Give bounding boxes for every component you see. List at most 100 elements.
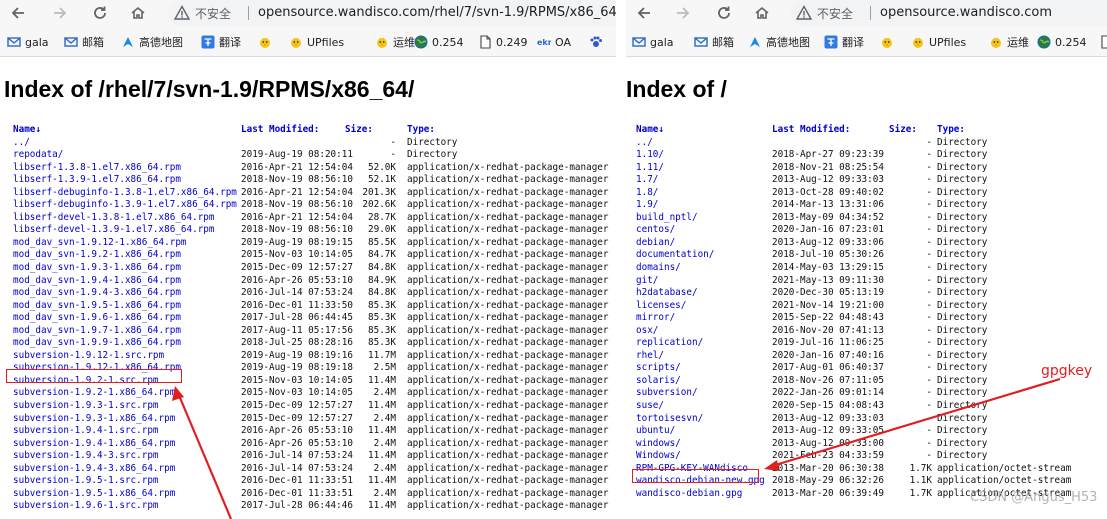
sort-by-size-link[interactable]: Size: xyxy=(889,124,932,137)
file-link[interactable]: suse/ xyxy=(636,400,664,413)
file-link[interactable]: 1.7/ xyxy=(636,174,658,187)
bookmark-0.249[interactable]: 0.249 xyxy=(478,34,528,50)
bookmark-chick-icon[interactable] xyxy=(880,34,898,50)
file-link[interactable]: mod_dav_svn-1.9.2-1.x86_64.rpm xyxy=(13,249,181,262)
file-link[interactable]: subversion-1.9.4-3.x86_64.rpm xyxy=(13,463,175,476)
bookmark-UPfiles[interactable]: UPfiles xyxy=(289,34,344,50)
file-link[interactable]: libserf-devel-1.3.9-1.el7.x86_64.rpm xyxy=(13,224,215,237)
file-link[interactable]: subversion-1.9.4-1.src.rpm xyxy=(13,425,159,438)
sort-by-modified-link[interactable]: Last Modified: xyxy=(772,124,850,137)
file-link[interactable]: wandisco-debian.gpg xyxy=(636,488,742,501)
file-link[interactable]: 1.9/ xyxy=(636,199,658,212)
address-bar[interactable]: 不安全 opensource.wandisco.com/rhel/7/svn-1… xyxy=(168,0,616,26)
file-link[interactable]: h2database/ xyxy=(636,287,698,300)
file-link[interactable]: ../ xyxy=(13,137,30,150)
sort-by-modified-link[interactable]: Last Modified: xyxy=(241,124,319,137)
file-link[interactable]: build_nptl/ xyxy=(636,212,698,225)
sort-by-name-link[interactable]: Name↓ xyxy=(13,124,41,137)
file-link[interactable]: subversion-1.9.5-1.x86_64.rpm xyxy=(13,488,175,501)
bookmark-0.254[interactable]: 0.254 xyxy=(414,34,464,50)
file-link[interactable]: rhel/ xyxy=(636,350,664,363)
bookmark-翻译[interactable]: 翻译 xyxy=(201,34,241,50)
file-link[interactable]: libserf-1.3.9-1.el7.x86_64.rpm xyxy=(13,174,181,187)
file-link[interactable]: subversion-1.9.4-1.x86_64.rpm xyxy=(13,438,175,451)
file-link[interactable]: subversion-1.9.3-1.src.rpm xyxy=(13,400,159,413)
file-link[interactable]: subversion-1.9.6-1.src.rpm xyxy=(13,500,159,513)
file-link[interactable]: libserf-devel-1.3.8-1.el7.x86_64.rpm xyxy=(13,212,215,225)
back-icon[interactable] xyxy=(632,1,656,25)
warning-icon[interactable] xyxy=(174,5,190,21)
file-link[interactable]: ../ xyxy=(636,137,653,150)
bookmark-gala[interactable]: gala xyxy=(632,34,674,50)
file-link[interactable]: solaris/ xyxy=(636,375,681,388)
file-link[interactable]: mod_dav_svn-1.9.3-1.x86_64.rpm xyxy=(13,262,181,275)
file-link[interactable]: mod_dav_svn-1.9.4-3.x86_64.rpm xyxy=(13,287,181,300)
home-icon[interactable] xyxy=(750,1,774,25)
bookmark-OA[interactable]: ekr OA xyxy=(537,34,571,50)
file-link[interactable]: debian/ xyxy=(636,237,675,250)
back-icon[interactable] xyxy=(6,1,30,25)
sort-by-name-link[interactable]: Name↓ xyxy=(636,124,664,137)
reload-icon[interactable] xyxy=(712,1,736,25)
file-link[interactable]: replication/ xyxy=(636,337,703,350)
file-link[interactable]: libserf-1.3.8-1.el7.x86_64.rpm xyxy=(13,162,181,175)
file-link[interactable]: subversion-1.9.12-1.src.rpm xyxy=(13,350,164,363)
file-link[interactable]: mod_dav_svn-1.9.4-1.x86_64.rpm xyxy=(13,275,181,288)
sort-by-type-link[interactable]: Type: xyxy=(937,124,965,137)
reload-icon[interactable] xyxy=(88,1,112,25)
file-link[interactable]: subversion-1.9.3-1.x86_64.rpm xyxy=(13,413,175,426)
bookmark-高德地图[interactable]: 高德地图 xyxy=(748,34,810,50)
file-link[interactable]: licenses/ xyxy=(636,300,686,313)
file-link[interactable]: subversion-1.9.2-1.x86_64.rpm xyxy=(13,387,175,400)
file-size: - xyxy=(926,262,932,274)
bookmark-doc-icon[interactable] xyxy=(1099,34,1107,50)
file-size: - xyxy=(390,136,396,148)
file-link[interactable]: mod_dav_svn-1.9.9-1.x86_64.rpm xyxy=(13,337,181,350)
file-link[interactable]: subversion/ xyxy=(636,387,698,400)
file-link[interactable]: mirror/ xyxy=(636,312,675,325)
file-link[interactable]: scripts/ xyxy=(636,362,681,375)
address-bar[interactable]: 不安全 opensource.wandisco.com xyxy=(790,0,1107,26)
file-link[interactable]: libserf-debuginfo-1.3.8-1.el7.x86_64.rpm xyxy=(13,187,237,200)
warning-icon[interactable] xyxy=(796,5,812,21)
file-link[interactable]: mod_dav_svn-1.9.7-1.x86_64.rpm xyxy=(13,325,181,338)
bookmark-运维[interactable]: 运维 xyxy=(375,34,415,50)
file-link[interactable]: libserf-debuginfo-1.3.9-1.el7.x86_64.rpm xyxy=(13,199,237,212)
file-link[interactable]: repodata/ xyxy=(13,149,63,162)
file-link[interactable]: mod_dav_svn-1.9.5-1.x86_64.rpm xyxy=(13,300,181,313)
file-link[interactable]: 1.11/ xyxy=(636,162,664,175)
bookmark-chick-icon[interactable] xyxy=(258,34,276,50)
file-link[interactable]: 1.8/ xyxy=(636,187,658,200)
file-type: application/x-redhat-package-manager xyxy=(407,211,609,223)
bookmark-UPfiles[interactable]: UPfiles xyxy=(911,34,966,50)
file-link[interactable]: domains/ xyxy=(636,262,681,275)
file-link[interactable]: git/ xyxy=(636,275,658,288)
forward-icon[interactable] xyxy=(671,1,695,25)
file-link[interactable]: Windows/ xyxy=(636,450,681,463)
file-link[interactable]: tortoisesvn/ xyxy=(636,413,703,426)
bookmark-高德地图[interactable]: 高德地图 xyxy=(121,34,183,50)
address-url[interactable]: opensource.wandisco.com xyxy=(880,5,1052,20)
forward-icon[interactable] xyxy=(48,1,72,25)
bookmark-翻译[interactable]: 翻译 xyxy=(824,34,864,50)
file-link[interactable]: subversion-1.9.5-1.src.rpm xyxy=(13,475,159,488)
bookmark-paw-icon[interactable] xyxy=(589,34,607,50)
file-link[interactable]: mod_dav_svn-1.9.12-1.x86_64.rpm xyxy=(13,237,187,250)
file-link[interactable]: centos/ xyxy=(636,224,675,237)
file-link[interactable]: windows/ xyxy=(636,438,681,451)
file-link[interactable]: osx/ xyxy=(636,325,658,338)
file-link[interactable]: documentation/ xyxy=(636,249,714,262)
file-link[interactable]: subversion-1.9.4-3.src.rpm xyxy=(13,450,159,463)
file-link[interactable]: ubuntu/ xyxy=(636,425,675,438)
file-link[interactable]: 1.10/ xyxy=(636,149,664,162)
file-link[interactable]: mod_dav_svn-1.9.6-1.x86_64.rpm xyxy=(13,312,181,325)
bookmark-gala[interactable]: gala xyxy=(7,34,49,50)
bookmark-0.254[interactable]: 0.254 xyxy=(1037,34,1087,50)
sort-by-type-link[interactable]: Type: xyxy=(407,124,435,137)
bookmark-运维[interactable]: 运维 xyxy=(989,34,1029,50)
home-icon[interactable] xyxy=(126,1,150,25)
bookmark-邮箱[interactable]: 邮箱 xyxy=(64,34,104,50)
bookmark-邮箱[interactable]: 邮箱 xyxy=(694,34,734,50)
address-url[interactable]: opensource.wandisco.com/rhel/7/svn-1.9/R… xyxy=(258,5,616,20)
sort-by-size-link[interactable]: Size: xyxy=(345,124,396,137)
